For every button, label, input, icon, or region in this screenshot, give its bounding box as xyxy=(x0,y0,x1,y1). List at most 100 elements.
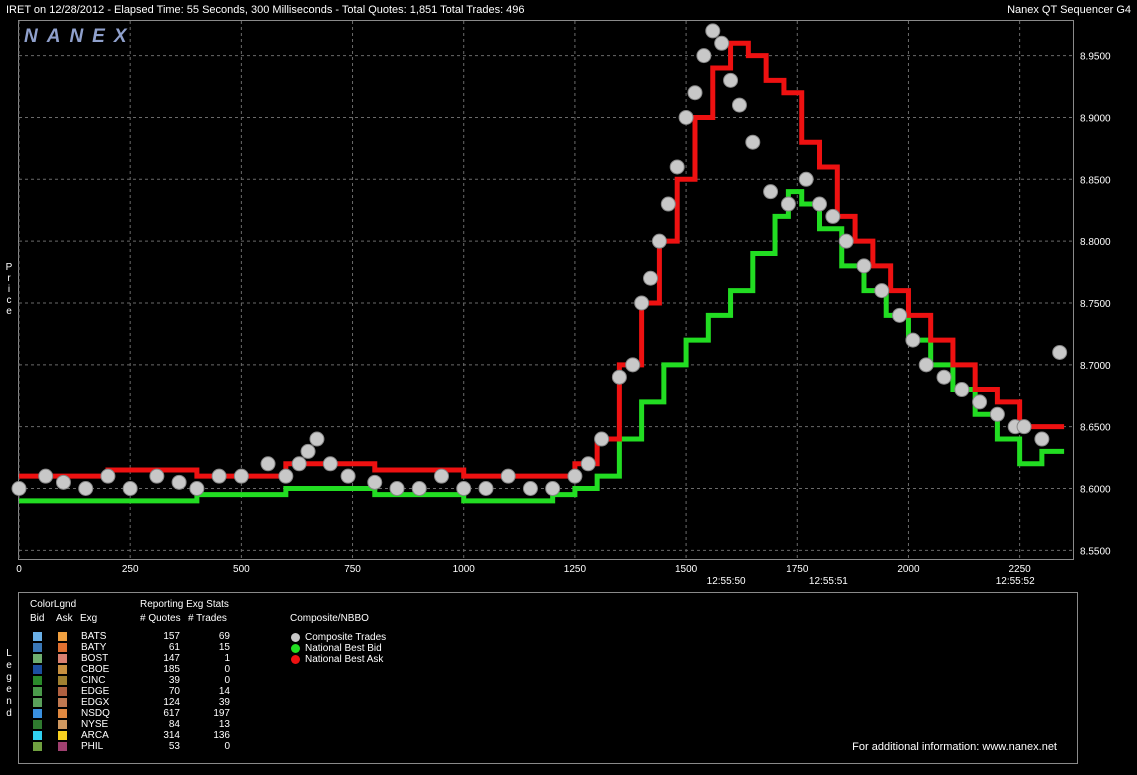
x-tick-label: 500 xyxy=(233,564,250,575)
exchange-quotes: 617 xyxy=(163,708,180,719)
y-tick-label: 8.6000 xyxy=(1080,485,1111,496)
best-ask-line xyxy=(19,40,1065,479)
trade-point xyxy=(122,481,138,497)
ask-color-swatch xyxy=(58,698,67,707)
trade-point xyxy=(838,233,854,249)
exchange-name: BATS xyxy=(81,631,107,642)
exchange-trades: 14 xyxy=(218,686,230,697)
exchange-name: PHIL xyxy=(81,741,104,752)
trade-point xyxy=(825,208,841,224)
bid-color-swatch xyxy=(33,676,42,685)
trade-point xyxy=(309,431,325,447)
exchange-trades: 0 xyxy=(224,675,230,686)
ask-color-swatch xyxy=(58,676,67,685)
footer-link[interactable]: For additional information: www.nanex.ne… xyxy=(852,741,1057,753)
trade-point xyxy=(723,72,739,88)
trade-point xyxy=(278,468,294,484)
trade-point xyxy=(705,23,721,39)
composite-label: National Best Bid xyxy=(305,643,382,654)
trade-point xyxy=(731,97,747,113)
bid-color-swatch xyxy=(33,654,42,663)
trade-point xyxy=(291,456,307,472)
exchange-trades: 0 xyxy=(224,741,230,752)
trade-point xyxy=(856,258,872,274)
trade-point xyxy=(78,481,94,497)
trade-point xyxy=(669,159,685,175)
legend-header-quotes: # Quotes xyxy=(140,613,181,624)
trade-point xyxy=(233,468,249,484)
trade-point xyxy=(1034,431,1050,447)
y-tick-label: 8.7500 xyxy=(1080,299,1111,310)
bid-color-swatch xyxy=(33,698,42,707)
exchange-quotes: 39 xyxy=(168,675,180,686)
exchange-quotes: 61 xyxy=(168,642,180,653)
trade-point xyxy=(171,474,187,490)
trade-point xyxy=(696,48,712,64)
bid-color-swatch xyxy=(33,643,42,652)
composite-dot xyxy=(291,644,300,653)
legend-header-bid: Bid xyxy=(30,613,45,624)
trade-point xyxy=(38,468,54,484)
trade-point xyxy=(989,406,1005,422)
trade-point xyxy=(211,468,227,484)
legend-header-colorlgnd: ColorLgnd xyxy=(30,599,77,610)
ask-color-swatch xyxy=(58,709,67,718)
legend-header-trades: # Trades xyxy=(188,613,227,624)
trade-point xyxy=(625,357,641,373)
ask-color-swatch xyxy=(58,720,67,729)
trade-point xyxy=(687,85,703,101)
exchange-name: EDGX xyxy=(81,697,110,708)
trade-point xyxy=(678,109,694,125)
ask-color-swatch xyxy=(58,742,67,751)
composite-dot xyxy=(291,633,300,642)
exchange-trades: 0 xyxy=(224,664,230,675)
bid-color-swatch xyxy=(33,687,42,696)
trade-point xyxy=(411,481,427,497)
legend-header-exg: Exg xyxy=(80,613,98,624)
trade-point xyxy=(367,474,383,490)
trade-point xyxy=(55,474,71,490)
trade-point xyxy=(660,196,676,212)
exchange-name: NYSE xyxy=(81,719,109,730)
trade-point xyxy=(763,184,779,200)
trade-point xyxy=(522,481,538,497)
exchange-trades: 1 xyxy=(224,653,230,664)
trade-point xyxy=(611,369,627,385)
composite-label: Composite Trades xyxy=(305,632,387,643)
trade-point xyxy=(300,443,316,459)
ask-color-swatch xyxy=(58,654,67,663)
bid-color-swatch xyxy=(33,731,42,740)
ask-color-swatch xyxy=(58,632,67,641)
exchange-trades: 39 xyxy=(218,697,230,708)
x-tick-label: 1000 xyxy=(453,564,476,575)
trade-point xyxy=(972,394,988,410)
trade-point xyxy=(1052,344,1068,360)
y-tick-label: 8.8000 xyxy=(1080,237,1111,248)
exchange-name: CBOE xyxy=(81,664,110,675)
trade-point xyxy=(322,456,338,472)
trade-point xyxy=(812,196,828,212)
y-tick-label: 8.5500 xyxy=(1080,546,1111,557)
exchange-name: BATY xyxy=(81,642,107,653)
trade-point xyxy=(340,468,356,484)
exchange-name: NSDQ xyxy=(81,708,110,719)
x-tick-label: 750 xyxy=(344,564,361,575)
composite-label: National Best Ask xyxy=(305,654,384,665)
trade-point xyxy=(545,481,561,497)
x-tick-label: 250 xyxy=(122,564,139,575)
trade-point xyxy=(580,456,596,472)
exchange-quotes: 147 xyxy=(163,653,180,664)
bid-color-swatch xyxy=(33,720,42,729)
trade-point xyxy=(389,481,405,497)
trade-point xyxy=(745,134,761,150)
best-bid-line xyxy=(19,189,1065,504)
exchange-trades: 15 xyxy=(218,642,230,653)
exchange-quotes: 70 xyxy=(168,686,180,697)
exchange-trades: 13 xyxy=(218,719,230,730)
x-tick-label: 0 xyxy=(16,564,22,575)
exchange-trades: 69 xyxy=(218,631,230,642)
bid-color-swatch xyxy=(33,742,42,751)
trade-point xyxy=(954,382,970,398)
ask-color-swatch xyxy=(58,643,67,652)
trade-point xyxy=(11,481,27,497)
